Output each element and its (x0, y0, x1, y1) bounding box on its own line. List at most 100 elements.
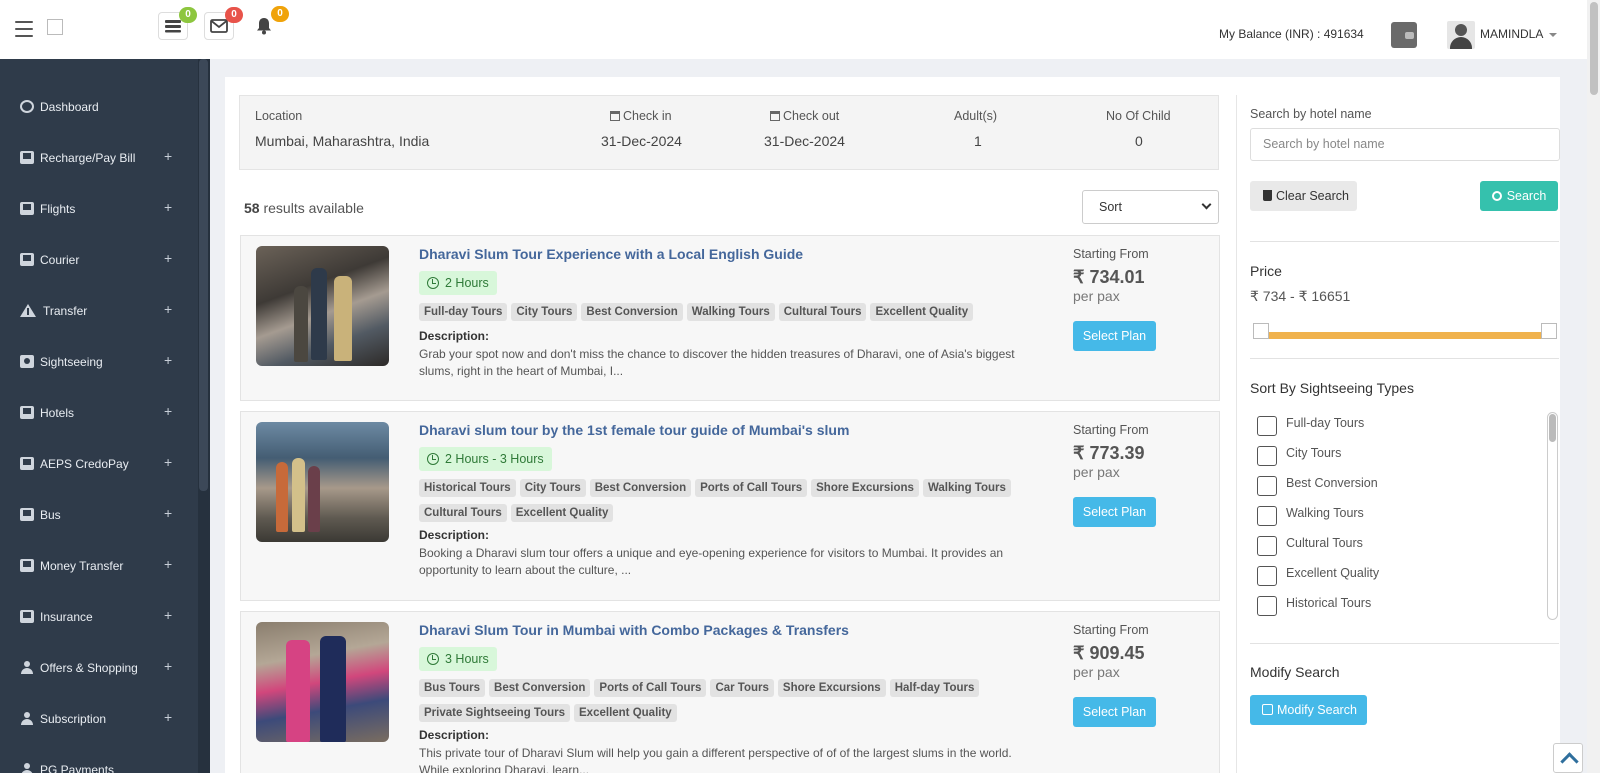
tour-title[interactable]: Dharavi Slum Tour in Mumbai with Combo P… (419, 622, 849, 638)
sort-select[interactable]: Sort (1082, 190, 1219, 224)
camera-icon (20, 355, 34, 368)
sidebar-item-flights[interactable]: Flights + (0, 184, 198, 234)
tag: Excellent Quality (510, 504, 614, 522)
sidebar-item-dashboard[interactable]: Dashboard (0, 82, 198, 132)
sidebar-item-pg-payments[interactable]: PG Payments (0, 745, 198, 773)
sidebar-item-transfer[interactable]: Transfer + (0, 286, 198, 336)
tag: Cultural Tours (778, 303, 867, 321)
search-button[interactable]: Search (1480, 181, 1558, 211)
sidebar-item-recharge[interactable]: Recharge/Pay Bill + (0, 133, 198, 183)
price-value: ₹ 909.45 (1073, 643, 1145, 663)
starting-from-label: Starting From (1073, 247, 1149, 261)
type-label: Historical Tours (1286, 596, 1372, 610)
types-scrollbar[interactable] (1547, 412, 1558, 620)
type-label: Cultural Tours (1286, 536, 1363, 550)
checkbox[interactable] (1257, 596, 1277, 616)
price-slider-max-handle[interactable] (1541, 323, 1557, 339)
description-heading: Description: (419, 728, 490, 742)
modify-search-button[interactable]: Modify Search (1250, 695, 1367, 725)
logo-image[interactable] (47, 19, 63, 35)
checkbox[interactable] (1257, 416, 1277, 436)
checkbox[interactable] (1257, 566, 1277, 586)
expand-icon[interactable]: + (164, 403, 172, 419)
price-block: Starting From ₹ 773.39 per pax (1073, 423, 1149, 480)
expand-icon[interactable]: + (164, 199, 172, 215)
price-slider-min-handle[interactable] (1253, 323, 1269, 339)
book-icon (20, 457, 34, 470)
expand-icon[interactable]: + (164, 607, 172, 623)
type-label: Full-day Tours (1286, 416, 1365, 430)
clear-search-label: Clear Search (1276, 189, 1349, 203)
sidebar-item-offers[interactable]: Offers & Shopping + (0, 643, 198, 693)
select-plan-button[interactable]: Select Plan (1073, 497, 1156, 527)
clock-icon (427, 277, 439, 289)
chevron-down-icon (1201, 199, 1212, 210)
back-to-top-icon[interactable] (1553, 743, 1583, 773)
sidebar-item-money-transfer[interactable]: Money Transfer + (0, 541, 198, 591)
book-icon (20, 151, 34, 164)
location-value: Mumbai, Maharashtra, India (255, 133, 430, 149)
tour-image[interactable] (256, 622, 389, 742)
select-plan-button[interactable]: Select Plan (1073, 321, 1156, 351)
expand-icon[interactable]: + (164, 352, 172, 368)
checkbox[interactable] (1257, 476, 1277, 496)
tag: Walking Tours (686, 303, 775, 321)
expand-icon[interactable]: + (164, 454, 172, 470)
tag: Historical Tours (419, 479, 516, 497)
username-label: MAMINDLA (1480, 27, 1544, 41)
messages-badge: 0 (225, 7, 243, 23)
wallet-icon[interactable] (1391, 22, 1417, 48)
description-text: This private tour of Dharavi Slum will h… (419, 746, 1012, 773)
expand-icon[interactable]: + (164, 658, 172, 674)
expand-icon[interactable]: + (164, 505, 172, 521)
top-bar: 0 0 0 My Balance (INR) : 491634 MAMINDLA (0, 0, 1587, 59)
menu-toggle-icon[interactable] (15, 21, 33, 37)
tour-card: Dharavi slum tour by the 1st female tour… (240, 411, 1220, 601)
duration-text: 3 Hours (445, 652, 489, 666)
expand-icon[interactable]: + (164, 148, 172, 164)
user-menu[interactable]: MAMINDLA (1480, 27, 1558, 41)
adults-value: 1 (974, 133, 982, 149)
notifications-button[interactable]: 0 (249, 6, 289, 40)
sidebar-item-courier[interactable]: Courier + (0, 235, 198, 285)
sidebar-item-aeps[interactable]: AEPS CredoPay + (0, 439, 198, 489)
types-scrollbar-thumb[interactable] (1549, 414, 1556, 442)
price-slider-track[interactable] (1261, 332, 1543, 339)
checkbox[interactable] (1257, 536, 1277, 556)
sidebar-item-subscription[interactable]: Subscription + (0, 694, 198, 744)
tag: Shore Excursions (777, 679, 886, 697)
messages-button[interactable]: 0 (204, 7, 243, 40)
checkbox[interactable] (1257, 446, 1277, 466)
sidebar-item-label: AEPS CredoPay (40, 457, 129, 471)
price-block: Starting From ₹ 909.45 per pax (1073, 623, 1149, 680)
tour-title[interactable]: Dharavi Slum Tour Experience with a Loca… (419, 246, 803, 262)
avatar[interactable] (1447, 21, 1475, 49)
tag: Half-day Tours (889, 679, 980, 697)
expand-icon[interactable]: + (164, 250, 172, 266)
sidebar-item-hotels[interactable]: Hotels + (0, 388, 198, 438)
tour-image[interactable] (256, 422, 389, 542)
checkin-value: 31-Dec-2024 (601, 133, 682, 149)
tag: Walking Tours (922, 479, 1011, 497)
page-scrollbar[interactable] (1587, 0, 1600, 773)
tasks-button[interactable]: 0 (158, 7, 197, 40)
checkbox[interactable] (1257, 506, 1277, 526)
duration-text: 2 Hours (445, 276, 489, 290)
expand-icon[interactable]: + (164, 556, 172, 572)
starting-from-label: Starting From (1073, 423, 1149, 437)
type-label: Best Conversion (1286, 476, 1378, 490)
sidebar-item-bus[interactable]: Bus + (0, 490, 198, 540)
select-plan-button[interactable]: Select Plan (1073, 697, 1156, 727)
page-scrollbar-thumb[interactable] (1590, 2, 1598, 95)
sidebar-scrollbar-thumb[interactable] (199, 59, 208, 491)
sidebar-item-insurance[interactable]: Insurance + (0, 592, 198, 642)
expand-icon[interactable]: + (164, 301, 172, 317)
sort-label: Sort (1099, 200, 1122, 214)
tour-image[interactable] (256, 246, 389, 366)
sidebar-item-sightseeing[interactable]: Sightseeing + (0, 337, 198, 387)
tour-title[interactable]: Dharavi slum tour by the 1st female tour… (419, 422, 849, 438)
expand-icon[interactable]: + (164, 709, 172, 725)
clear-search-button[interactable]: Clear Search (1250, 181, 1357, 211)
types-heading: Sort By Sightseeing Types (1250, 380, 1414, 396)
hotel-search-input[interactable]: Search by hotel name (1250, 128, 1560, 161)
